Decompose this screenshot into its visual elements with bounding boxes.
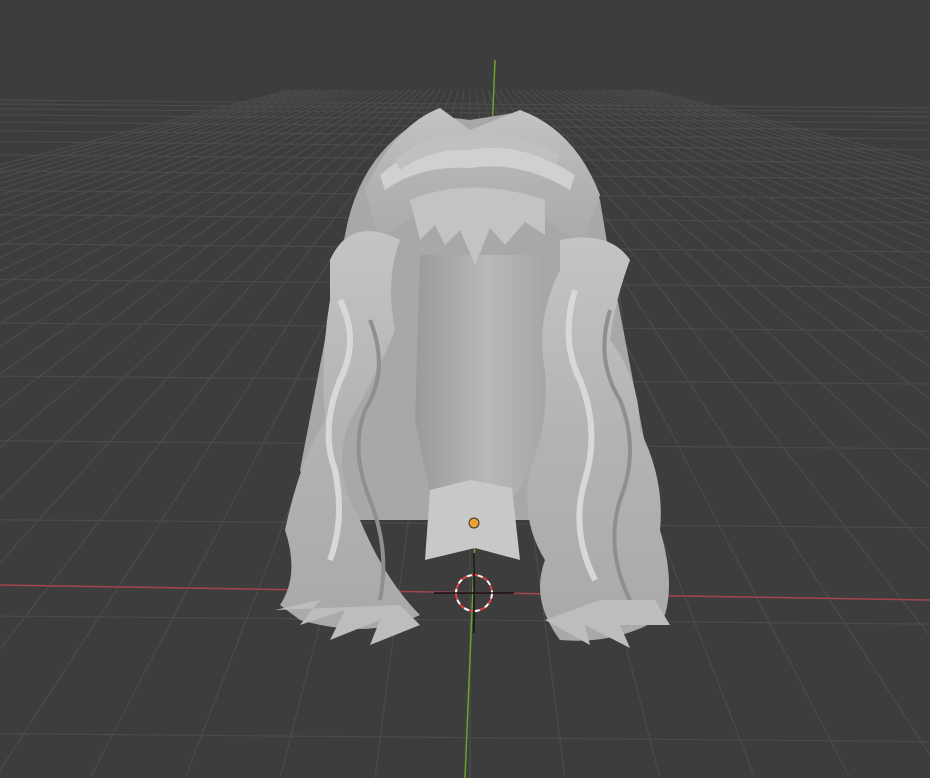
grid-line [637, 89, 930, 172]
grid-line [631, 89, 930, 176]
grid-line [0, 733, 930, 743]
grid-line [619, 89, 930, 187]
grid-line [0, 615, 930, 625]
grid-line [649, 89, 930, 163]
viewport-canvas[interactable] [0, 0, 930, 778]
grid-line [0, 99, 930, 109]
grid-line [607, 89, 930, 199]
grid-line [595, 89, 930, 214]
3d-cursor[interactable] [434, 553, 514, 633]
grid-line [613, 89, 930, 193]
grid-line [601, 89, 930, 206]
grid-line [0, 103, 930, 113]
hair-mesh[interactable] [275, 108, 670, 648]
object-origin-dot[interactable] [468, 517, 480, 529]
grid-line [643, 89, 930, 167]
3d-viewport[interactable] [0, 0, 930, 778]
